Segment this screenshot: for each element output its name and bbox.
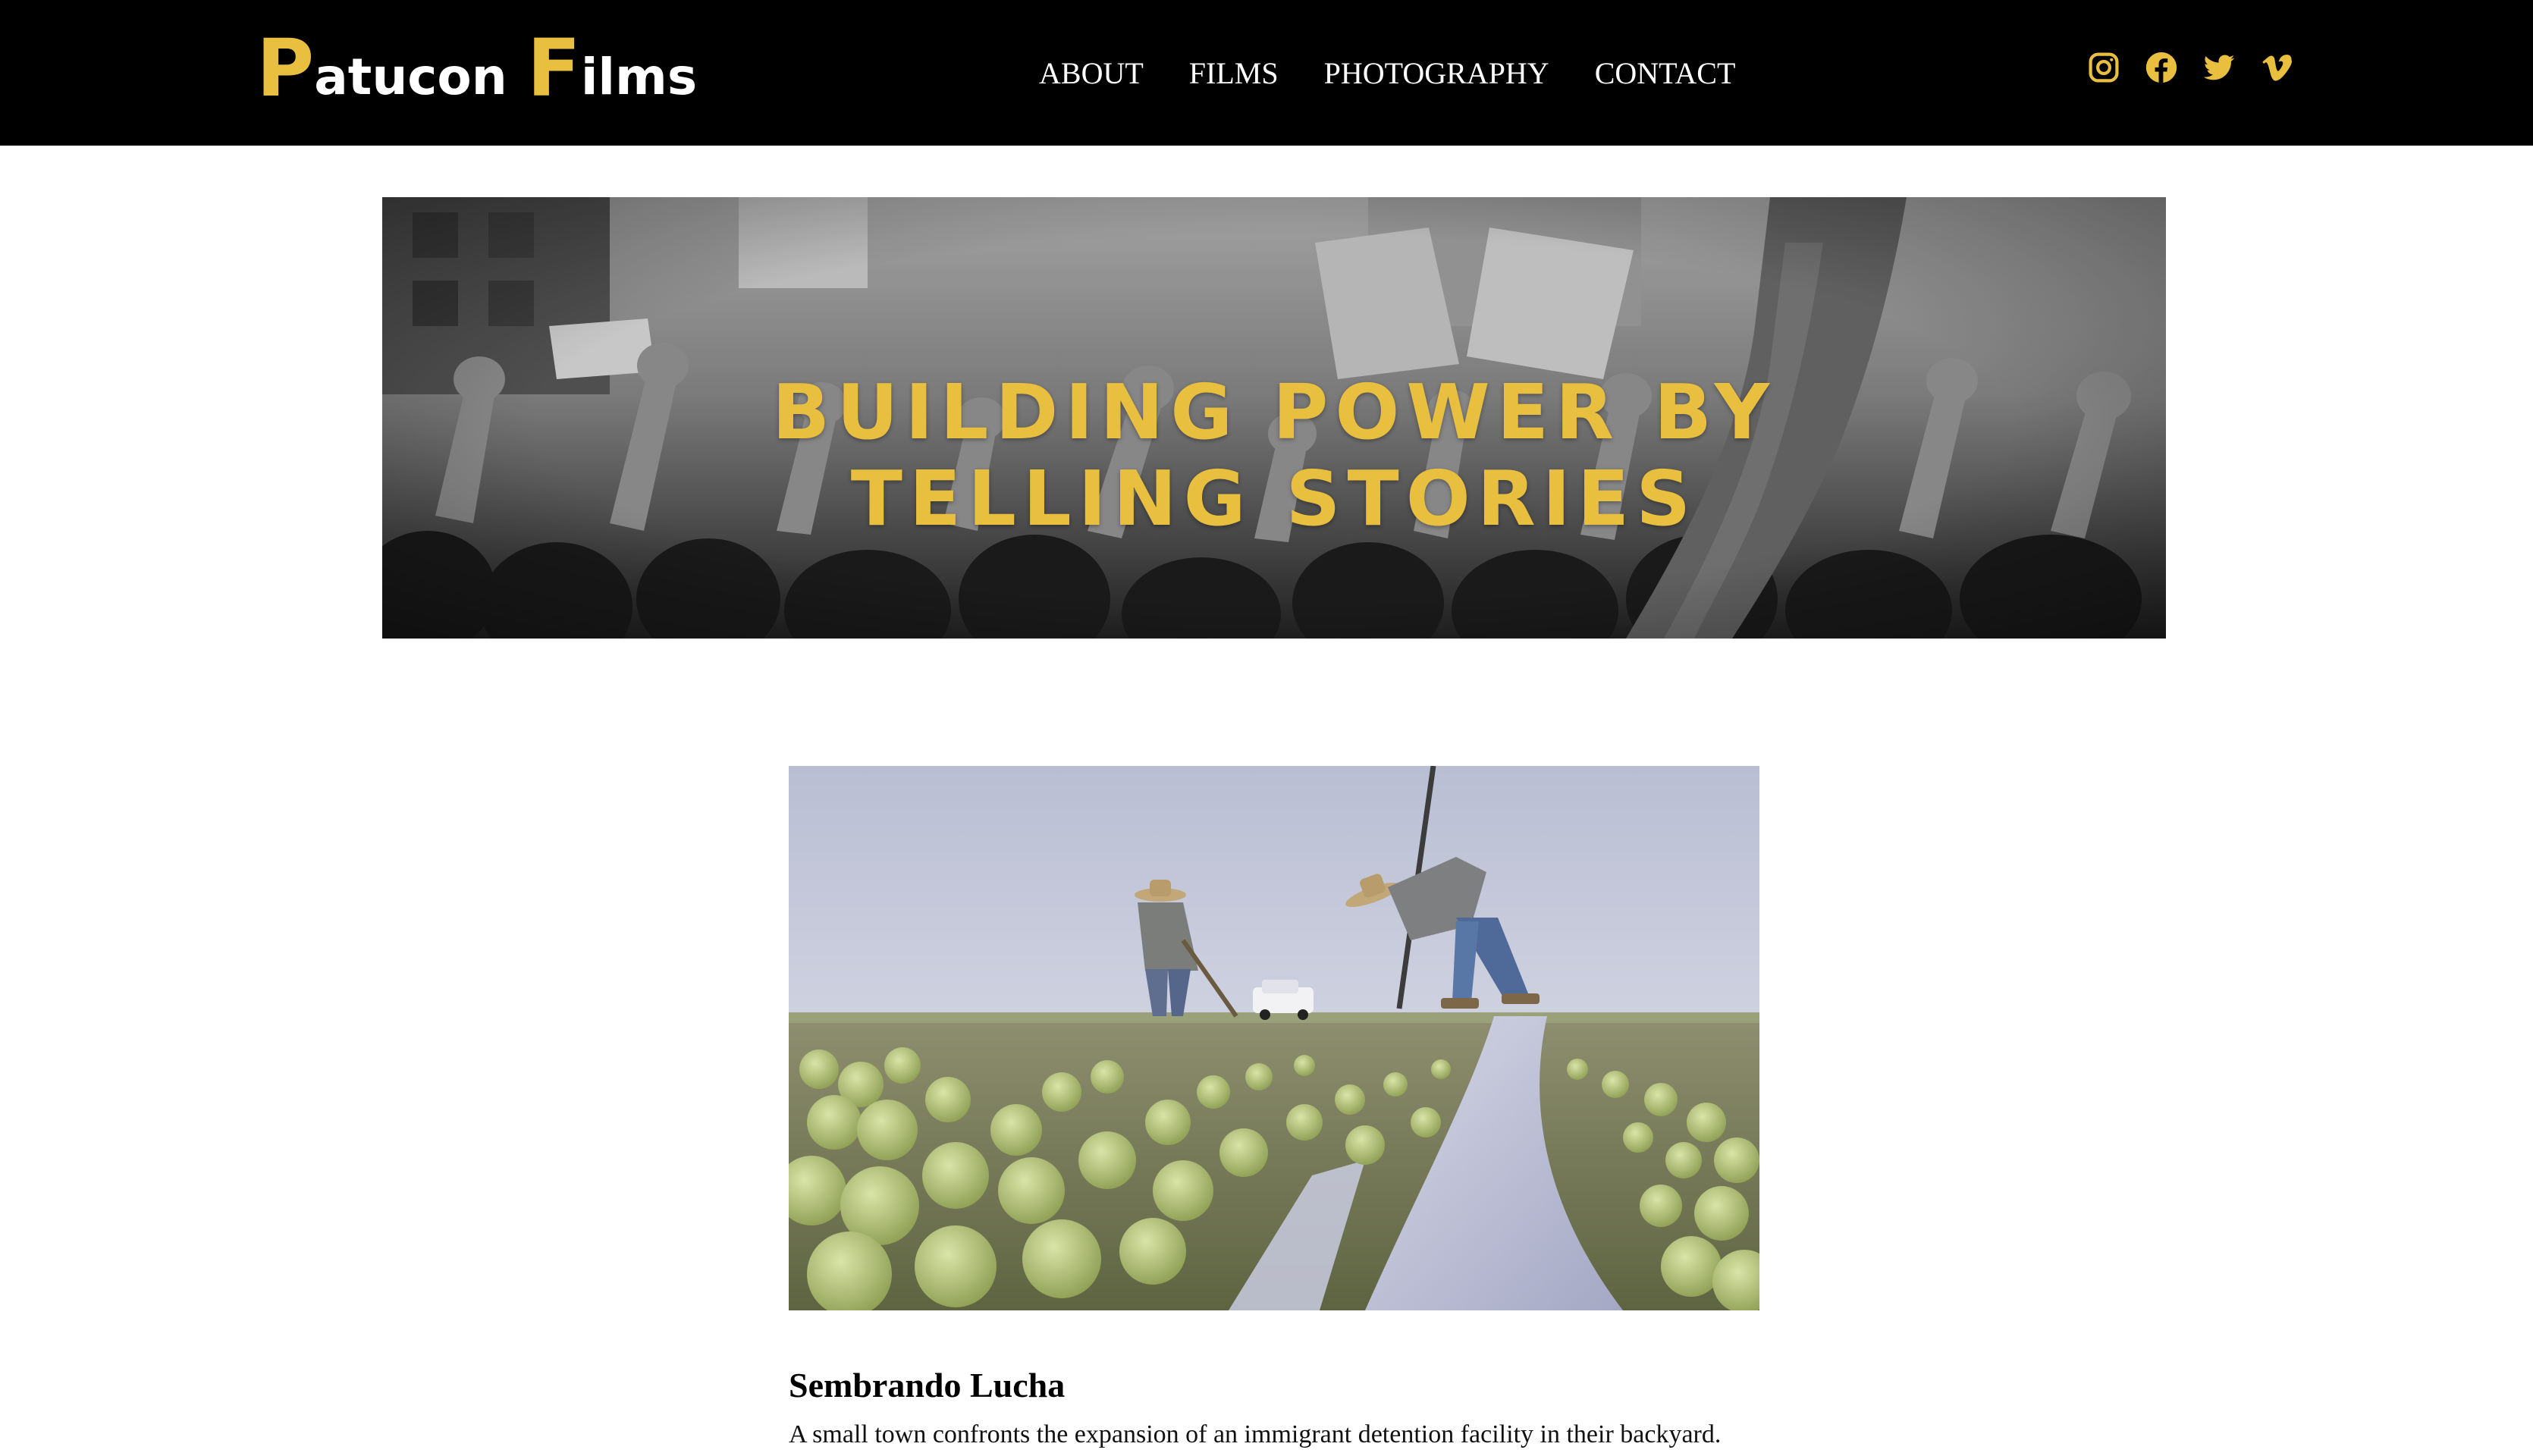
- film-description: A small town confronts the expansion of …: [789, 1420, 1722, 1448]
- main-nav: ABOUT FILMS PHOTOGRAPHY CONTACT: [1039, 0, 1735, 146]
- facebook-icon[interactable]: [2145, 51, 2178, 84]
- logo-letter-f: F: [526, 22, 581, 115]
- film-thumbnail[interactable]: [789, 766, 1759, 1310]
- site-header: P atucon F ilms ABOUT FILMS PHOTOGRAPHY …: [0, 0, 2533, 146]
- farmworkers-image: [789, 766, 1759, 1310]
- nav-films[interactable]: FILMS: [1189, 55, 1279, 91]
- instagram-icon[interactable]: [2087, 51, 2120, 84]
- film-card: Sembrando Lucha A small town confronts t…: [789, 766, 1759, 1451]
- logo-text-atucon: atucon: [314, 48, 507, 106]
- hero-title: BUILDING POWER BY TELLING STORIES: [771, 368, 1777, 543]
- vimeo-icon[interactable]: [2260, 51, 2293, 84]
- hero-banner: BUILDING POWER BY TELLING STORIES: [382, 197, 2166, 639]
- nav-photography[interactable]: PHOTOGRAPHY: [1324, 55, 1549, 91]
- nav-about[interactable]: ABOUT: [1039, 55, 1144, 91]
- social-links: [2087, 49, 2293, 86]
- logo-text-ilms: ilms: [580, 48, 698, 106]
- site-logo[interactable]: P atucon F ilms: [256, 22, 698, 115]
- film-title[interactable]: Sembrando Lucha: [789, 1363, 1759, 1407]
- nav-contact[interactable]: CONTACT: [1595, 55, 1736, 91]
- twitter-icon[interactable]: [2202, 51, 2236, 84]
- logo-letter-p: P: [256, 22, 315, 115]
